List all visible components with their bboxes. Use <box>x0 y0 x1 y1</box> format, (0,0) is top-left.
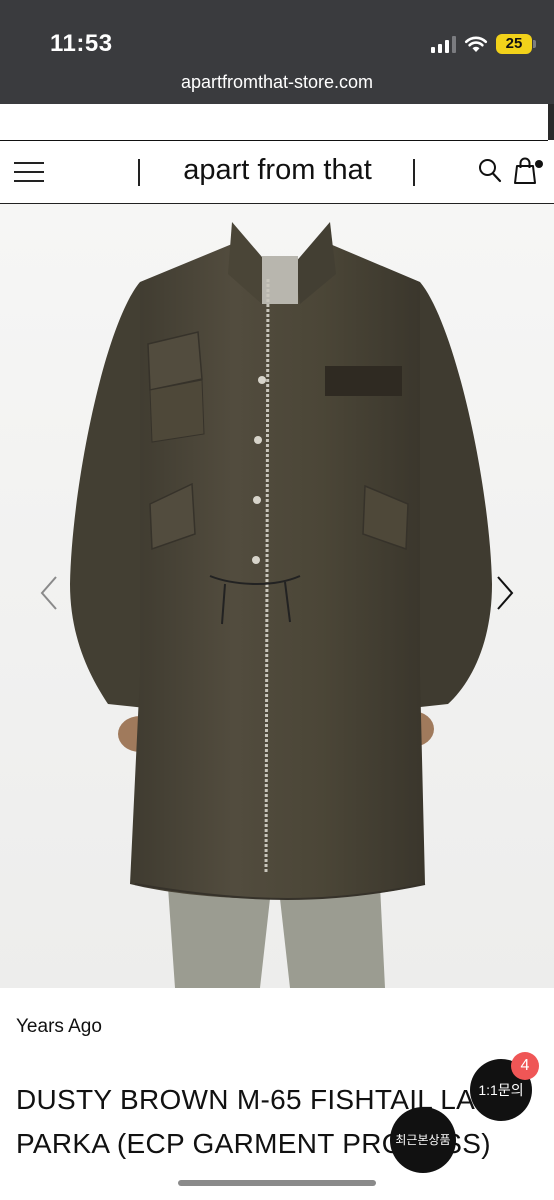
cellular-signal-icon <box>431 35 456 53</box>
divider <box>138 159 140 186</box>
search-icon[interactable] <box>478 158 502 184</box>
chevron-right-icon[interactable] <box>494 575 516 611</box>
shopping-bag-icon[interactable] <box>514 156 544 186</box>
chevron-left-icon[interactable] <box>38 575 60 611</box>
status-bar: 11:53 25 apartfromthat-store.com <box>0 0 554 104</box>
product-brand[interactable]: Years Ago <box>16 1016 102 1038</box>
battery-icon: 25 <box>496 34 536 54</box>
wifi-icon <box>464 36 488 52</box>
site-header: apart from that <box>0 141 554 204</box>
status-icons: 25 <box>431 32 536 56</box>
scrollbar[interactable] <box>548 104 554 140</box>
announcement-strip <box>0 104 548 141</box>
clock: 11:53 <box>50 30 113 57</box>
recently-viewed-button[interactable]: 최근본상품 <box>390 1107 456 1173</box>
product-title: DUSTY BROWN M-65 FISHTAIL LAND PARKA (EC… <box>16 1084 517 1159</box>
product-image[interactable] <box>0 204 554 988</box>
home-indicator[interactable] <box>178 1180 376 1186</box>
menu-icon[interactable] <box>14 162 46 182</box>
notification-badge: 4 <box>511 1052 539 1080</box>
divider <box>413 159 415 186</box>
address-bar-url[interactable]: apartfromthat-store.com <box>0 72 554 93</box>
site-logo[interactable]: apart from that <box>150 154 405 187</box>
